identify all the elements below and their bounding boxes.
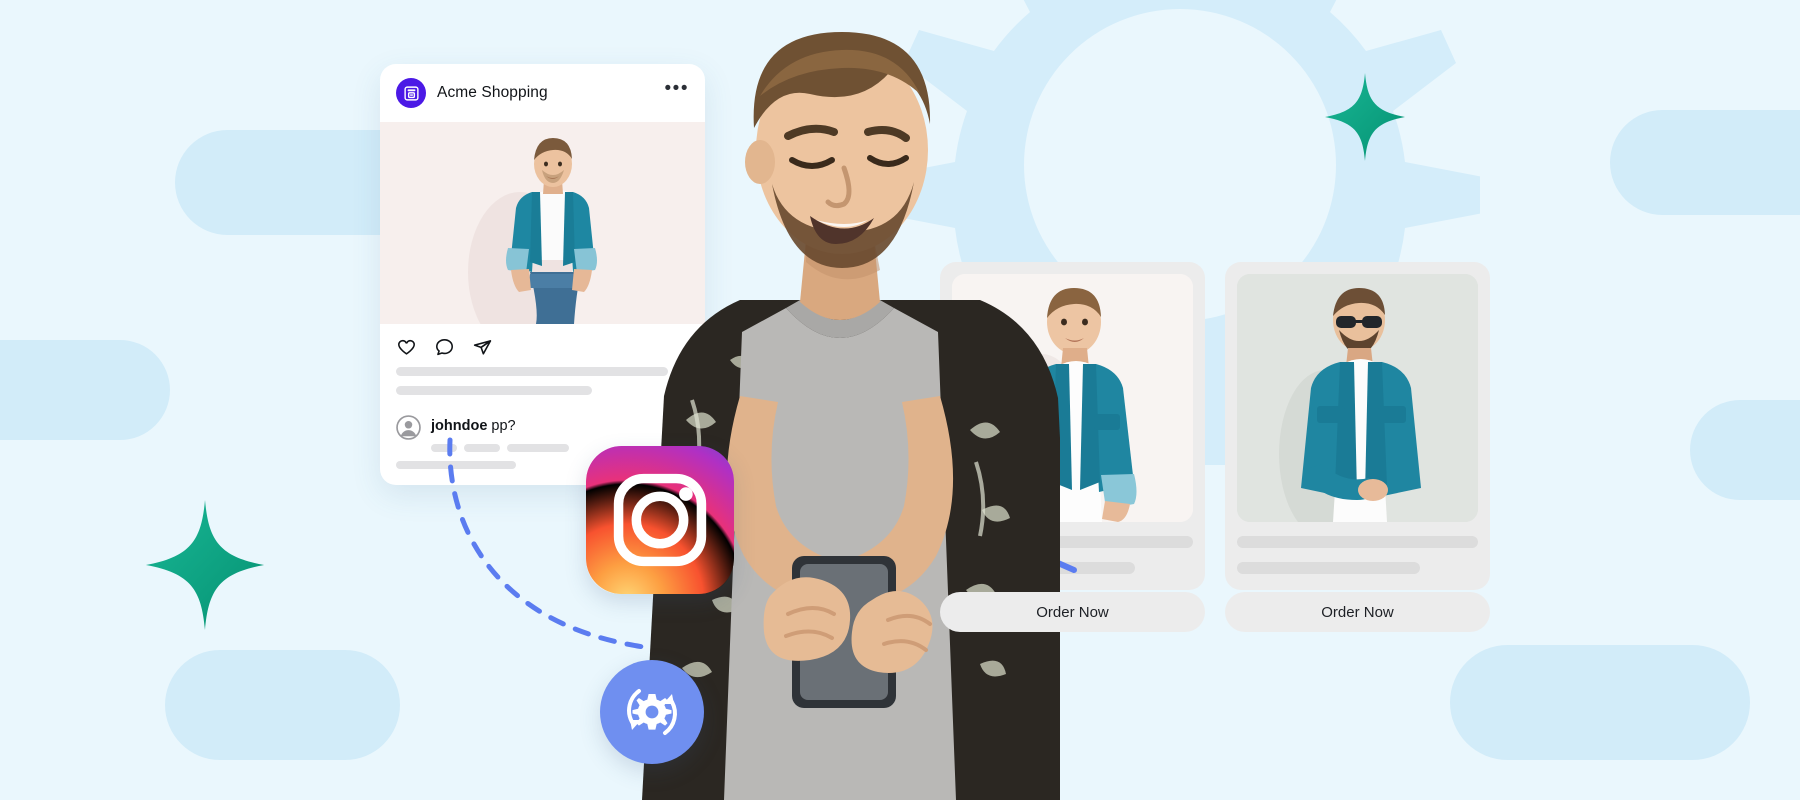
promo-illustration-canvas: Acme Shopping ••• johndoe pp? Order Now … [0,0,1800,800]
comment-icon[interactable] [434,337,455,358]
product-photo-2 [1237,274,1478,522]
product-skeleton-line [1237,562,1421,574]
store-name: Acme Shopping [437,84,548,101]
comment-skeleton-chip [464,444,500,452]
comment-username: johndoe [431,418,488,434]
comment-skeleton-chip [431,444,457,452]
order-now-button-1[interactable]: Order Now [940,592,1205,632]
like-icon[interactable] [396,337,417,358]
cloud-shape [1610,110,1800,215]
instagram-logo-icon[interactable] [586,446,734,594]
caption-skeleton-line [396,386,592,395]
product-card-2[interactable] [1225,262,1490,590]
order-now-button-2[interactable]: Order Now [1225,592,1490,632]
product-skeleton-line [1237,536,1478,548]
sparkle-star-right [1325,72,1405,162]
comment-message: pp? [491,418,516,434]
comment-skeleton-line [396,461,516,469]
user-avatar-icon [396,415,421,440]
sparkle-star-left [145,500,265,630]
comment-skeleton-chip [507,444,569,452]
storefront-icon [396,78,426,108]
cloud-shape [1450,645,1750,760]
gear-sync-icon[interactable] [600,660,704,764]
share-icon[interactable] [472,337,493,358]
cloud-shape [0,340,170,440]
cloud-shape [1690,400,1800,500]
comment-text: johndoe pp? [431,418,516,434]
cloud-shape [165,650,400,760]
